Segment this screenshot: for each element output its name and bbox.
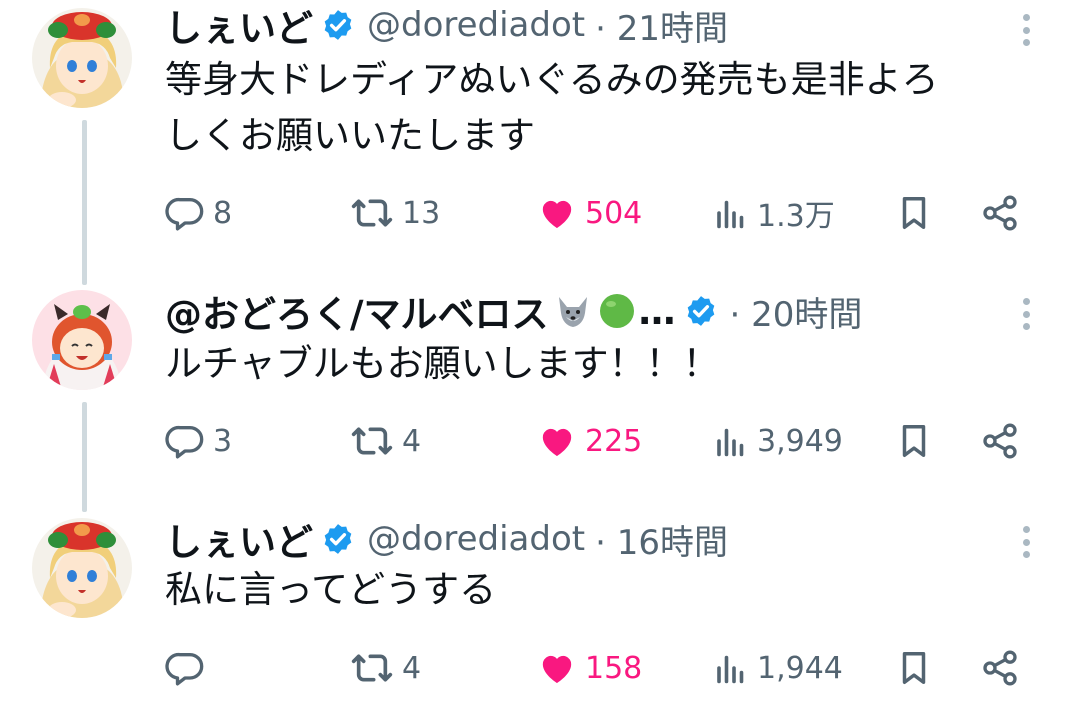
views-button[interactable]: 3,949 [713,416,843,466]
verified-badge-icon [684,294,718,328]
bookmark-button[interactable] [895,188,933,238]
share-button[interactable] [980,416,1020,466]
like-button[interactable]: 158 [537,643,642,693]
author-name[interactable]: しぇいど [165,512,313,566]
verified-badge-icon [321,522,355,556]
view-count: 1,944 [757,650,843,686]
tweet-header: しぇいど @dorediadot · 21時間 [165,0,728,52]
green-circle-emoji [597,291,637,331]
reply-button[interactable]: 8 [165,188,232,238]
views-icon [717,655,744,684]
views-button[interactable]: 1,944 [713,643,843,693]
reply-icon [165,652,204,686]
like-button[interactable]: 504 [537,188,642,238]
share-icon [983,195,1017,231]
heart-icon [542,655,572,683]
tweet-text-line: 私に言ってどうする [165,568,497,611]
tweet-text: 等身大ドレディアぬいぐるみの発売も是非よろ しくお願いいたします [165,52,1045,164]
retweet-button[interactable]: 4 [350,643,421,693]
reply-button[interactable] [165,643,213,693]
share-icon [983,650,1017,686]
timestamp[interactable]: · 20時間 [730,287,863,336]
tweet-header: しぇいど @dorediadot · 16時間 [165,512,728,566]
tweet-actions: 4 158 1,944 [165,643,1035,693]
heart-icon [542,428,572,456]
tweet-text: 私に言ってどうする [165,562,1045,618]
heart-icon [542,200,572,228]
bookmark-icon [902,652,926,684]
author-name[interactable]: しぇいど [165,0,313,52]
retweet-button[interactable]: 4 [350,416,421,466]
views-button[interactable]: 1.3万 [713,188,835,238]
view-count: 3,949 [757,423,843,459]
timestamp[interactable]: · 16時間 [595,515,728,564]
bookmark-button[interactable] [895,416,933,466]
reply-count: 8 [213,195,233,231]
reply-button[interactable]: 3 [165,416,232,466]
share-button[interactable] [980,188,1020,238]
author-handle[interactable]: @dorediadot [367,519,585,559]
reply-icon [165,425,204,459]
tweet-actions: 3 4 225 3,949 [165,416,1035,466]
verified-badge-icon [321,8,355,42]
thread-line [82,120,87,285]
more-vertical-icon[interactable] [1018,10,1034,50]
share-icon [983,423,1017,459]
timestamp[interactable]: · 21時間 [595,1,728,50]
tweet-text-line: しくお願いいたします [165,114,535,157]
avatar[interactable] [32,8,132,108]
retweet-count: 4 [402,423,422,459]
bookmark-icon [902,425,926,457]
view-count: 1.3万 [757,199,835,234]
more-vertical-icon[interactable] [1018,294,1034,334]
like-button[interactable]: 225 [537,416,642,466]
wolf-emoji [553,291,593,331]
more-vertical-icon[interactable] [1018,522,1034,562]
tweet-text-line: 等身大ドレディアぬいぐるみの発売も是非よろ [165,58,939,101]
like-count: 225 [585,423,643,459]
retweet-button[interactable]: 13 [350,188,440,238]
retweet-count: 4 [402,650,422,686]
like-count: 158 [585,650,643,686]
reply-count: 3 [213,423,233,459]
views-icon [717,428,744,457]
author-name[interactable]: @おどろく/マルベロス [165,284,549,338]
retweet-icon [351,654,393,682]
tweet-header: @おどろく/マルベロス … · 20時間 [165,284,862,338]
retweet-icon [351,427,393,455]
share-button[interactable] [980,643,1020,693]
author-handle[interactable]: @dorediadot [367,5,585,45]
views-icon [717,200,744,229]
retweet-count: 13 [402,195,441,231]
avatar[interactable] [32,518,132,618]
author-name-ellipsis: … [638,289,676,333]
tweet-actions: 8 13 504 1.3万 [165,188,1035,238]
reply-icon [165,197,204,231]
bookmark-icon [902,197,926,229]
bookmark-button[interactable] [895,643,933,693]
tweet-text: ルチャブルもお願いします！！！ [165,336,1045,392]
tweet-text-line: ルチャブルもお願いします！！！ [165,342,720,385]
retweet-icon [351,199,393,227]
thread-line [82,402,87,512]
like-count: 504 [585,195,643,231]
avatar[interactable] [32,290,132,390]
